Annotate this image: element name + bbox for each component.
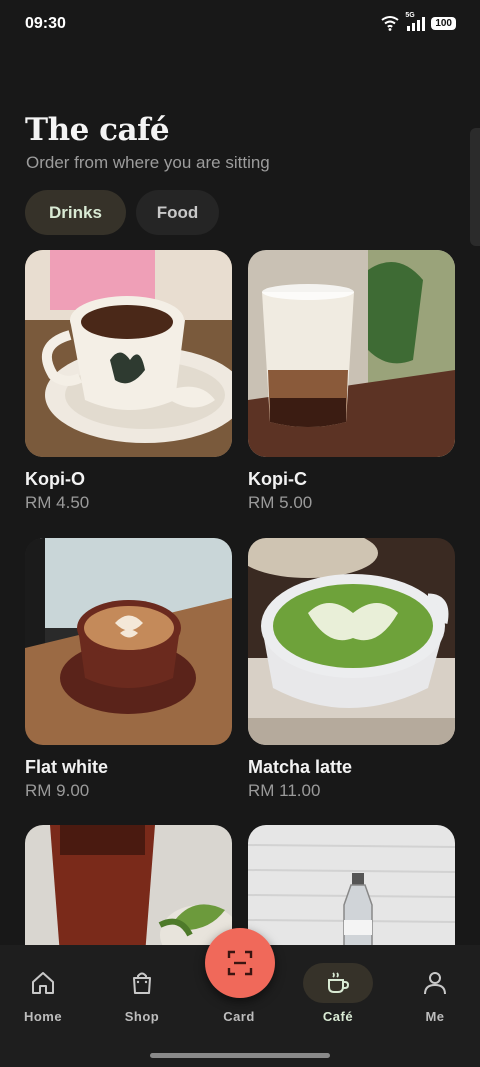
page-subtitle: Order from where you are sitting	[26, 153, 270, 172]
filter-chip-drinks[interactable]: Drinks	[25, 190, 126, 235]
scan-card-button[interactable]	[205, 928, 275, 998]
product-price: RM 4.50	[25, 493, 90, 512]
product-price: RM 9.00	[25, 781, 90, 800]
product-name: Kopi-C	[248, 469, 307, 489]
nav-label: Home	[23, 1009, 63, 1024]
product-card-kopi-c[interactable]: Kopi-C RM 5.00	[248, 250, 455, 513]
wifi-icon	[381, 16, 399, 31]
status-time: 09:30	[25, 15, 66, 32]
product-card-flat-white[interactable]: Flat white RM 9.00	[25, 538, 232, 801]
nav-label: Card	[223, 1009, 255, 1024]
product-name: Flat white	[25, 757, 109, 777]
product-card-matcha-latte[interactable]: Matcha latte RM 11.00	[248, 538, 455, 801]
signal-icon: 5G	[405, 12, 426, 31]
product-price: RM 11.00	[248, 781, 321, 800]
nav-icon-container	[107, 963, 177, 1003]
nav-item-cafe[interactable]: Café	[290, 945, 386, 1045]
nav-item-me[interactable]: Me	[387, 945, 480, 1045]
nav-label: Shop	[124, 1009, 160, 1024]
nav-label: Me	[425, 1009, 445, 1024]
status-icons: 5G 100	[381, 12, 456, 31]
product-price: RM 5.00	[248, 493, 313, 512]
product-name: Kopi-O	[25, 469, 85, 489]
nav-item-home[interactable]: Home	[0, 945, 91, 1045]
product-image[interactable]	[248, 538, 455, 745]
nav-icon-container	[8, 963, 78, 1003]
filter-chip-food[interactable]: Food	[136, 190, 219, 235]
page-title: The café	[25, 112, 170, 148]
product-name: Matcha latte	[248, 757, 353, 777]
status-bar: 09:30 5G 100	[0, 0, 480, 50]
product-image[interactable]	[25, 250, 232, 457]
battery-indicator: 100	[431, 16, 456, 30]
coffee-cup-icon	[328, 972, 350, 993]
person-icon	[424, 972, 446, 995]
nav-icon-container	[303, 963, 373, 1003]
product-card-kopi-o[interactable]: Kopi-O RM 4.50	[25, 250, 232, 513]
shopping-bag-icon	[133, 972, 151, 994]
home-indicator[interactable]	[150, 1053, 330, 1058]
nav-icon-container	[400, 963, 470, 1003]
side-handle[interactable]	[470, 128, 480, 246]
nav-label: Café	[322, 1009, 354, 1024]
scan-icon	[227, 950, 253, 976]
product-image[interactable]	[25, 538, 232, 745]
product-image[interactable]	[248, 250, 455, 457]
home-icon	[32, 972, 54, 994]
nav-item-shop[interactable]: Shop	[94, 945, 190, 1045]
